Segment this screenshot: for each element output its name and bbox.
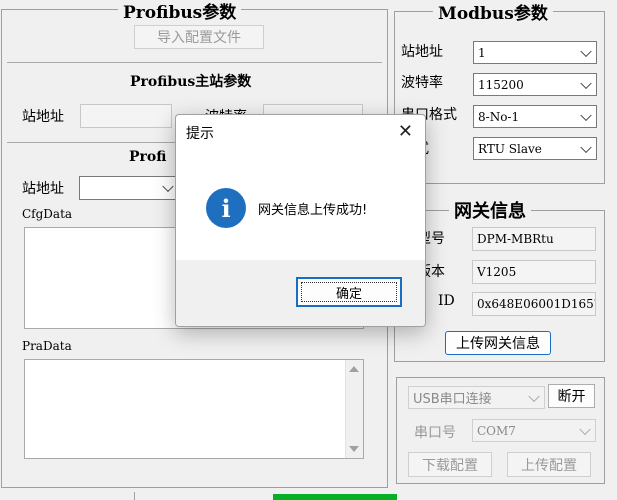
modbus-station-value: 1 bbox=[478, 45, 486, 60]
slave-params-title: Profi bbox=[129, 149, 167, 165]
gateway-model-field: DPM-MBRtu bbox=[472, 227, 596, 251]
modbus-baud-value: 115200 bbox=[478, 77, 524, 92]
gateway-model-value: DPM-MBRtu bbox=[477, 232, 554, 246]
connection-type-select[interactable]: USB串口连接 bbox=[408, 386, 545, 409]
connection-type-value: USB串口连接 bbox=[413, 392, 492, 407]
pradata-textarea[interactable] bbox=[24, 359, 364, 459]
scroll-up-icon[interactable] bbox=[349, 366, 359, 372]
gateway-version-field: V1205 bbox=[472, 260, 596, 284]
modbus-mode-select[interactable]: RTU Slave bbox=[473, 137, 597, 160]
modbus-station-label: 站地址 bbox=[401, 44, 443, 60]
progress-bar bbox=[273, 494, 397, 500]
gateway-id-field: 0x648E06001D1657 bbox=[472, 292, 596, 316]
modbus-group-title: Modbus参数 bbox=[433, 0, 553, 24]
slave-station-label: 站地址 bbox=[22, 181, 64, 197]
chevron-down-icon bbox=[580, 141, 592, 153]
scroll-down-icon[interactable] bbox=[349, 446, 359, 452]
dialog-message: 网关信息上传成功! bbox=[258, 203, 368, 218]
chevron-down-icon bbox=[579, 423, 591, 435]
master-params-title: Profibus主站参数 bbox=[130, 74, 252, 90]
chevron-down-icon bbox=[580, 45, 592, 57]
dialog-title: 提示 bbox=[186, 126, 214, 142]
vertical-scrollbar[interactable] bbox=[345, 360, 363, 458]
chevron-down-icon bbox=[580, 109, 592, 121]
upload-gateway-info-button[interactable]: 上传网关信息 bbox=[445, 331, 551, 355]
chevron-down-icon bbox=[162, 180, 174, 193]
master-station-input[interactable] bbox=[80, 104, 172, 128]
disconnect-button[interactable]: 断开 bbox=[548, 384, 595, 408]
modbus-mode-value: RTU Slave bbox=[478, 141, 542, 156]
chevron-down-icon bbox=[528, 390, 540, 402]
upload-config-button[interactable]: 上传配置 bbox=[507, 452, 591, 477]
status-separator bbox=[134, 492, 135, 500]
import-config-button[interactable]: 导入配置文件 bbox=[134, 25, 264, 49]
gateway-id-value: 0x648E06001D1657 bbox=[477, 297, 596, 311]
modbus-serial-select[interactable]: 8-No-1 bbox=[473, 105, 597, 128]
modbus-station-select[interactable]: 1 bbox=[473, 41, 597, 64]
gateway-version-value: V1205 bbox=[477, 265, 517, 279]
divider bbox=[7, 62, 382, 63]
modbus-baud-label: 波特率 bbox=[401, 75, 443, 91]
download-config-button[interactable]: 下载配置 bbox=[408, 452, 492, 477]
dialog-footer: 确定 bbox=[176, 260, 425, 326]
ok-button[interactable]: 确定 bbox=[296, 277, 402, 307]
gateway-id-label: ID bbox=[438, 293, 455, 309]
slave-station-select[interactable] bbox=[79, 176, 179, 200]
chevron-down-icon bbox=[580, 77, 592, 89]
cfgdata-label: CfgData bbox=[22, 207, 73, 221]
port-label: 串口号 bbox=[414, 425, 456, 441]
close-icon[interactable]: ✕ bbox=[398, 121, 413, 142]
master-station-label: 站地址 bbox=[22, 109, 64, 125]
port-value: COM7 bbox=[477, 423, 516, 438]
message-dialog: 提示 ✕ i 网关信息上传成功! 确定 bbox=[175, 114, 426, 327]
port-select[interactable]: COM7 bbox=[472, 419, 596, 442]
gateway-group-title: 网关信息 bbox=[449, 197, 531, 223]
modbus-serial-value: 8-No-1 bbox=[478, 109, 520, 124]
profibus-group-title: Profibus参数 bbox=[118, 0, 242, 23]
pradata-label: PraData bbox=[22, 339, 72, 353]
modbus-baud-select[interactable]: 115200 bbox=[473, 73, 597, 96]
info-icon: i bbox=[206, 188, 246, 228]
